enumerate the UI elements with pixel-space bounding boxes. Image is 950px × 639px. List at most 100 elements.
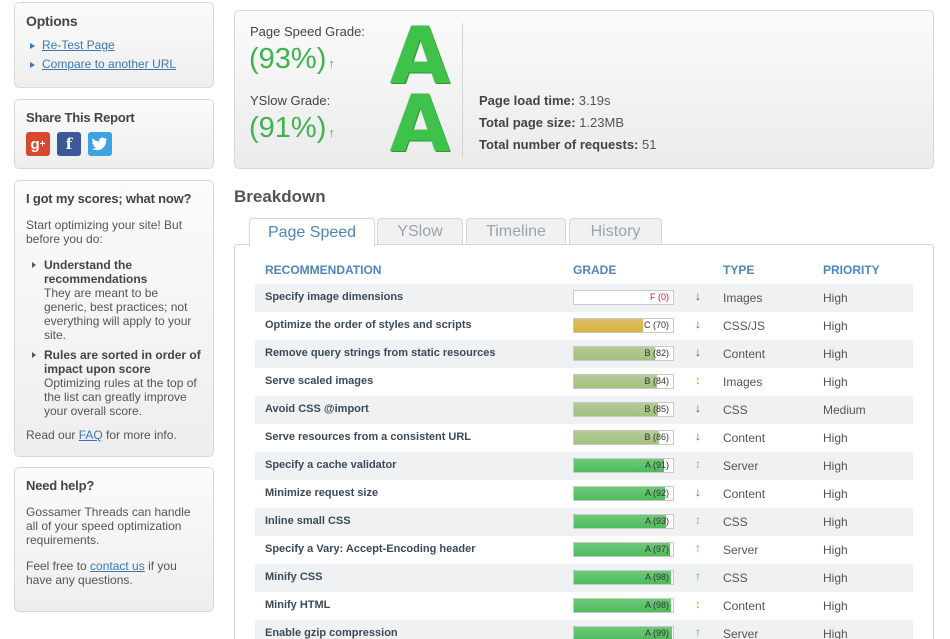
grade-bar: A (97) [573,542,674,557]
trend-down-icon: ↓ [695,345,701,359]
recommendation-type: Content [723,431,766,445]
google-plus-icon[interactable]: g + [26,132,50,156]
tab-page-speed[interactable]: Page Speed [249,218,375,246]
retest-link[interactable]: Re-Test Page [42,38,115,52]
recommendation-type: CSS [723,403,748,417]
column-header-recommendation[interactable]: RECOMMENDATION [265,263,381,277]
pagespeed-pct-value: (93%) [249,43,327,75]
stat-value: 51 [642,137,657,152]
yslow-pct-value: (91%) [249,112,327,144]
trend-down-icon: ↓ [695,485,701,499]
recommendation-priority: High [823,487,848,501]
share-title: Share This Report [26,110,135,125]
grade-bar: A (99) [573,626,674,639]
trend-down-icon: ↓ [695,429,701,443]
recommendation-name[interactable]: Optimize the order of styles and scripts [265,319,472,331]
grade-label: A (98) [644,572,669,582]
what-now-box: I got my scores; what now? Start optimiz… [14,180,214,457]
facebook-icon[interactable]: f [57,132,81,156]
recommendation-name[interactable]: Avoid CSS @import [265,403,369,415]
recommendation-name[interactable]: Inline small CSS [265,515,351,527]
recommendation-name[interactable]: Specify a Vary: Accept-Encoding header [265,543,476,555]
grade-bar-fill [574,347,656,360]
table-row[interactable]: Avoid CSS @import B (85) ↓ CSS Medium [255,396,913,424]
recommendation-name[interactable]: Minify CSS [265,571,322,583]
grade-bar: A (91) [573,458,674,473]
grade-bar-fill [574,319,644,332]
options-list: Re-Test Page Compare to another URL [26,36,202,74]
tab-timeline[interactable]: Timeline [466,218,566,245]
recommendation-type: Server [723,627,759,639]
options-item: Re-Test Page [26,36,202,55]
grade-label: A (99) [644,628,669,638]
trend-up-icon: ↑ [695,569,701,583]
recommendation-priority: High [823,375,848,389]
grade-label: A (98) [644,600,669,610]
recommendation-name[interactable]: Serve scaled images [265,375,373,387]
table-row[interactable]: Optimize the order of styles and scripts… [255,312,913,340]
table-row[interactable]: Minify HTML A (98) ↕ Content High [255,592,913,620]
stat-label: Page load time: [479,93,576,108]
grade-bar: B (85) [573,402,674,417]
breakdown-title: Breakdown [234,187,326,206]
recommendation-priority: High [823,431,848,445]
recommendation-type: CSS/JS [723,319,766,333]
table-row[interactable]: Specify image dimensions F (0) ↓ Images High [255,284,913,312]
column-header-type[interactable]: TYPE [723,263,754,277]
recommendation-name[interactable]: Specify image dimensions [265,291,403,303]
grade-label: B (85) [644,404,669,414]
grade-label: C (70) [643,320,669,330]
twitter-icon[interactable] [88,132,112,156]
table-row[interactable]: Enable gzip compression A (99) ↑ Server High [255,620,913,639]
contact-link[interactable]: contact us [90,559,145,573]
compare-link[interactable]: Compare to another URL [42,57,176,71]
stat-value: 3.19s [578,93,611,108]
tip-title: Rules are sorted in order of impact upon… [44,348,201,376]
help-box: Need help? Gossamer Threads can handle a… [14,467,214,612]
table-row[interactable]: Serve scaled images B (84) ↕ Images High [255,368,913,396]
grade-bar: A (98) [573,570,674,585]
grade-bar: A (98) [573,598,674,613]
tab-yslow[interactable]: YSlow [377,218,463,245]
yslow-grade-letter: A [389,80,451,170]
tab-history[interactable]: History [569,218,662,245]
stat-load-time: Page load time: 3.19s [479,93,611,108]
trend-both-icon: ↕ [695,457,701,471]
contact-note: Feel free to contact us if you have any … [26,559,202,587]
stat-value: 1.23MB [579,115,624,130]
table-row[interactable]: Remove query strings from static resourc… [255,340,913,368]
stat-page-size: Total page size: 1.23MB [479,115,624,130]
table-row[interactable]: Inline small CSS A (93) ↕ CSS High [255,508,913,536]
recommendation-type: CSS [723,515,748,529]
recommendation-name[interactable]: Enable gzip compression [265,627,398,639]
options-item: Compare to another URL [26,55,202,74]
table-row[interactable]: Specify a cache validator A (91) ↕ Server Hi… [255,452,913,480]
table-row[interactable]: Minimize request size A (92) ↓ Content High [255,480,913,508]
tips-list: Understand the recommendations They are m… [26,258,202,418]
share-box: Share This Report g + f [14,99,214,169]
recommendation-priority: High [823,543,848,557]
trend-down-icon: ↓ [695,401,701,415]
grade-bar: A (92) [573,486,674,501]
help-body: Gossamer Threads can handle all of your … [26,505,191,547]
grade-bar: B (84) [573,374,674,389]
options-title: Options [26,13,78,29]
table-row[interactable]: Serve resources from a consistent URL B (… [255,424,913,452]
column-header-grade[interactable]: GRADE [573,263,616,277]
recommendation-name[interactable]: Remove query strings from static resourc… [265,347,495,359]
faq-suffix: for more info. [102,428,177,442]
recommendation-priority: High [823,515,848,529]
recommendation-name[interactable]: Specify a cache validator [265,459,396,471]
table-row[interactable]: Minify CSS A (98) ↑ CSS High [255,564,913,592]
summary-divider [462,23,463,158]
table-row[interactable]: Specify a Vary: Accept-Encoding header A … [255,536,913,564]
grade-bar: B (86) [573,430,674,445]
stat-label: Total number of requests: [479,137,639,152]
recommendation-name[interactable]: Serve resources from a consistent URL [265,431,471,443]
recommendation-priority: High [823,627,848,639]
trend-both-icon: ↕ [695,373,701,387]
column-header-priority[interactable]: PRIORITY [823,263,880,277]
recommendation-name[interactable]: Minify HTML [265,599,330,611]
faq-link[interactable]: FAQ [79,428,103,442]
recommendation-name[interactable]: Minimize request size [265,487,378,499]
